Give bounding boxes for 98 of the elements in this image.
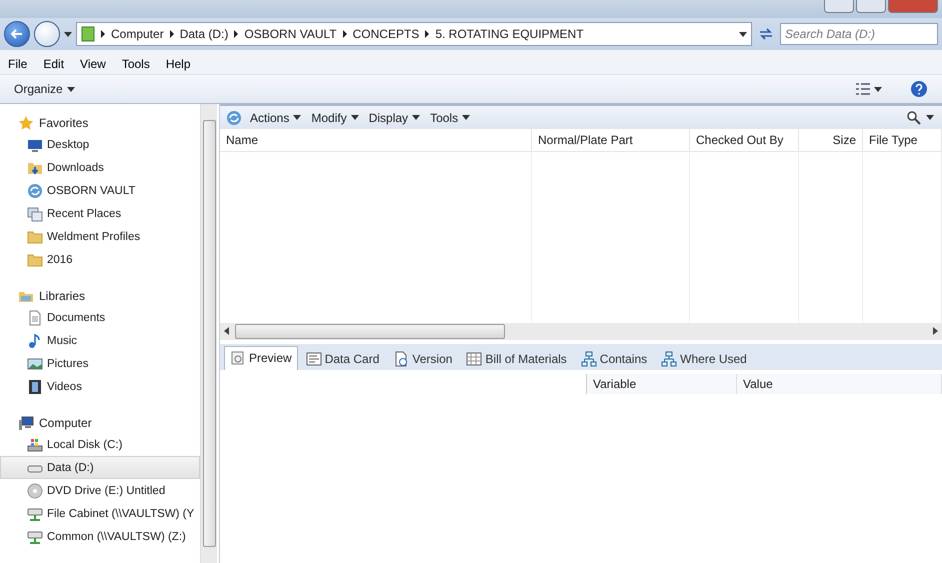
music-note-icon — [27, 332, 43, 348]
nav-item[interactable]: Data (D:) — [0, 456, 200, 479]
column-header[interactable]: Variable — [587, 374, 737, 394]
caret-icon — [66, 86, 75, 92]
help-button[interactable] — [908, 80, 930, 98]
nav-item[interactable]: Weldment Profiles — [0, 225, 200, 248]
nav-item[interactable]: 2016 — [0, 248, 200, 271]
back-arrow-icon — [11, 28, 23, 40]
nav-item[interactable]: Local Disk (C:) — [0, 433, 200, 456]
chevron-icon — [425, 30, 430, 38]
nav-item[interactable]: File Cabinet (\\VAULTSW) (Y — [0, 502, 200, 525]
caret-icon — [926, 115, 934, 120]
back-button[interactable] — [4, 21, 30, 47]
hierarchy-icon — [661, 351, 678, 367]
column-header[interactable]: Normal/Plate Part — [532, 129, 690, 152]
toolbar-menu-button[interactable]: Tools — [428, 110, 472, 124]
picture-icon — [27, 356, 43, 372]
nav-item[interactable]: Pictures — [0, 352, 200, 375]
menu-item[interactable]: Tools — [116, 57, 156, 71]
tab[interactable]: Where Used — [655, 348, 753, 370]
list-view-icon — [856, 83, 870, 95]
scrollbar-thumb[interactable] — [202, 120, 216, 547]
column-header[interactable]: Checked Out By — [690, 129, 799, 152]
menu-item[interactable]: View — [74, 57, 112, 71]
breadcrumb[interactable]: Computer — [111, 27, 164, 41]
nav-item[interactable]: Recent Places — [0, 202, 200, 225]
nav-item[interactable]: Downloads — [0, 156, 200, 179]
forward-button[interactable] — [34, 21, 60, 47]
dropdown-caret-icon — [739, 32, 747, 36]
maximize-button[interactable] — [856, 0, 886, 13]
version-icon — [393, 351, 410, 367]
toolbar-menu-button[interactable]: Modify — [309, 110, 361, 124]
tab[interactable]: Data Card — [300, 348, 386, 370]
caret-icon — [412, 115, 420, 120]
toolbar-menu-button[interactable]: Display — [366, 110, 422, 124]
view-options-button[interactable] — [854, 83, 884, 95]
star-icon — [18, 114, 34, 130]
tab[interactable]: Preview — [224, 346, 298, 370]
toolbar-menu-button[interactable]: Actions — [248, 110, 304, 124]
scrollbar-thumb[interactable] — [235, 324, 505, 338]
refresh-arrows-icon — [758, 26, 774, 42]
table-icon — [466, 351, 482, 367]
scroll-right-icon[interactable] — [933, 327, 938, 335]
nav-group-label[interactable]: Favorites — [39, 116, 88, 130]
chevron-icon — [234, 30, 238, 38]
organize-button[interactable]: Organize — [12, 82, 77, 96]
recent-places-icon — [27, 206, 43, 222]
nav-item[interactable]: Documents — [0, 306, 200, 329]
menu-item[interactable]: File — [2, 57, 34, 71]
nav-item[interactable]: Music — [0, 329, 200, 352]
menu-item[interactable]: Edit — [37, 57, 70, 71]
search-field[interactable]: Search Data (D:) — [780, 23, 938, 45]
preview-icon — [230, 350, 246, 366]
breadcrumb[interactable]: 5. ROTATING EQUIPMENT — [435, 27, 584, 41]
network-drive-icon — [27, 528, 43, 544]
network-drive-icon — [27, 506, 43, 522]
tab[interactable]: Bill of Materials — [460, 348, 573, 370]
drive-windows-icon — [27, 436, 43, 452]
caret-icon — [293, 115, 302, 120]
nav-group-label[interactable]: Computer — [39, 416, 92, 430]
menu-item[interactable]: Help — [160, 57, 197, 71]
column-header[interactable]: Size — [799, 129, 863, 152]
breadcrumb[interactable]: CONCEPTS — [352, 27, 420, 41]
tab[interactable]: Contains — [574, 348, 654, 370]
caret-icon — [350, 115, 359, 120]
nav-item[interactable]: Common (\\VAULTSW) (Z:) — [0, 525, 200, 548]
address-bar[interactable]: Computer Data (D:) OSBORN VAULT CONCEPTS 5. ROTATING EQUIPMENT — [76, 22, 752, 46]
refresh-globe-icon — [27, 182, 43, 198]
nav-item[interactable]: DVD Drive (E:) Untitled — [0, 479, 200, 502]
breadcrumb[interactable]: Data (D:) — [180, 27, 228, 41]
tab[interactable]: Version — [387, 348, 458, 370]
scrollbar[interactable] — [200, 104, 217, 563]
nav-item[interactable]: Desktop — [0, 133, 200, 156]
scroll-left-icon[interactable] — [224, 327, 229, 335]
horizontal-scrollbar[interactable] — [220, 322, 942, 340]
nav-group-label[interactable]: Libraries — [39, 288, 86, 302]
refresh-globe-icon — [226, 110, 242, 126]
column-header[interactable]: File Type — [863, 129, 942, 152]
film-icon — [27, 378, 43, 394]
hierarchy-icon — [580, 351, 597, 367]
search-icon — [906, 110, 922, 126]
document-icon — [27, 310, 43, 326]
breadcrumb[interactable]: OSBORN VAULT — [244, 27, 337, 41]
caret-icon — [874, 86, 882, 92]
column-header[interactable]: Name — [220, 129, 532, 152]
data-card-icon — [306, 351, 322, 367]
caret-icon — [462, 115, 470, 120]
chevron-icon — [170, 30, 174, 38]
help-icon — [910, 80, 928, 98]
nav-item[interactable]: Videos — [0, 375, 200, 398]
computer-icon — [18, 414, 34, 430]
chevron-icon — [101, 30, 105, 38]
chevron-icon — [342, 30, 347, 38]
column-header[interactable]: Value — [737, 374, 942, 394]
minimize-button[interactable] — [824, 0, 854, 13]
history-caret-icon — [64, 32, 72, 36]
nav-item[interactable]: OSBORN VAULT — [0, 179, 200, 202]
disc-icon — [27, 482, 43, 498]
